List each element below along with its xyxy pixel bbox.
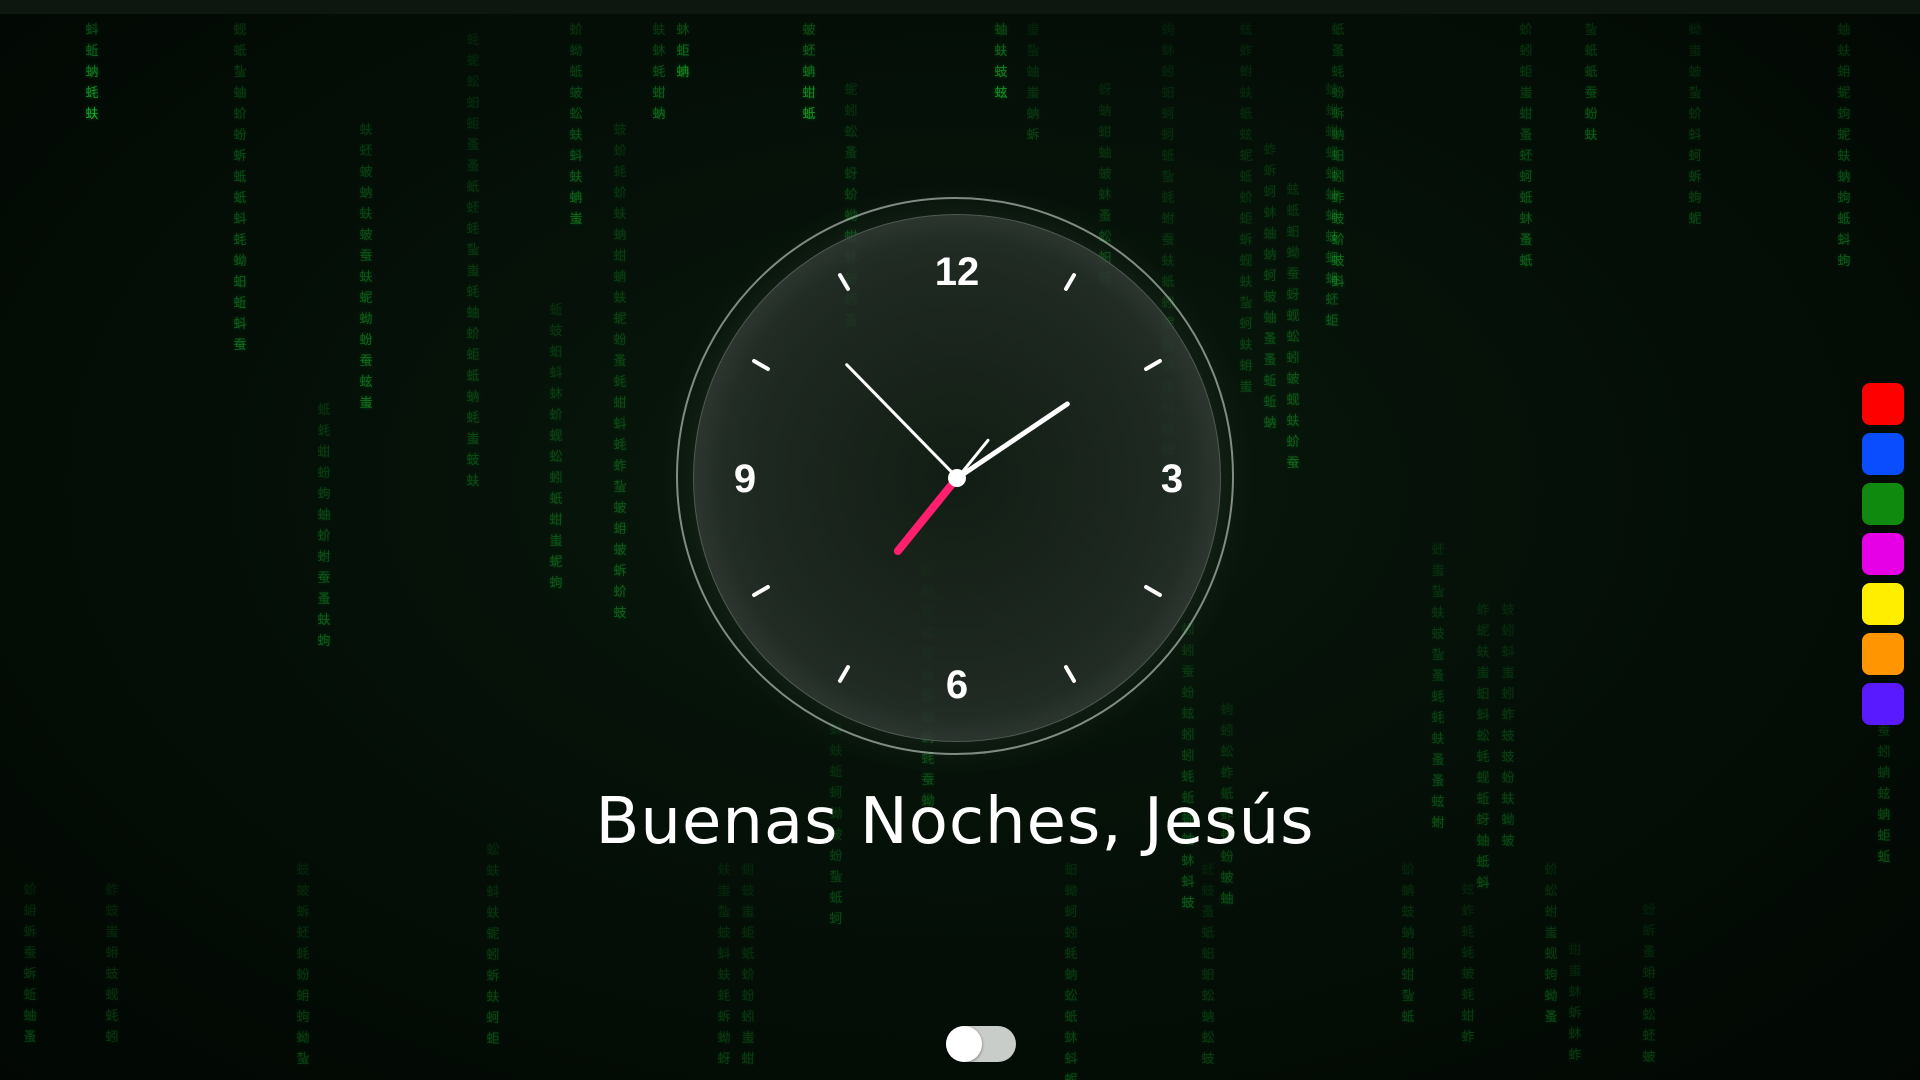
matrix-rain-column: 蚧蚹蚶蚬蚬蚰蚦蚑蚎蚦蚽蚷 xyxy=(1325,83,1339,329)
matrix-rain-column: 蚱蚸蚵蚞蚰蚋蚵蚾蚰蚤蚤蚯蚯蚋 xyxy=(1263,143,1277,431)
color-swatch-purple[interactable] xyxy=(1862,683,1904,725)
matrix-rain-column: 蚴蚩蚾蚻蚧蚪蚵蚸蚼蚭 xyxy=(1688,23,1702,227)
clock-tick xyxy=(1063,272,1077,292)
matrix-rain-column: 蚨蚞蚝蚶蚋 xyxy=(652,23,666,122)
clock-number-3: 3 xyxy=(1160,457,1184,501)
matrix-rain-column: 蚑蚧蚝蚧蚨蚋蚶蚺蚨蚭蚡蚤蚝蚶蚪蚝蚱蚻蚾蚦蚾蚸蚧蚑 xyxy=(613,123,627,621)
matrix-rain-column: 蚧蚴蚳蚾蚣蚨蚪蚨蚺蚩 xyxy=(569,23,583,227)
minute-hand xyxy=(844,362,959,480)
matrix-rain-column: 蚣蚨蚪蚨蚭蚓蚸蚨蚵蚷 xyxy=(486,843,500,1047)
matrix-rain-column: 蚧蚺蚑蚋蚓蚶蚻蚳 xyxy=(1401,863,1415,1025)
clock-tick xyxy=(837,272,851,292)
clock-face: 12 3 6 9 xyxy=(693,214,1221,742)
color-swatch-yellow[interactable] xyxy=(1862,583,1904,625)
matrix-rain-column: 蚶蚑蚩蚷蚔蚧蚡蚓蚩蚶 xyxy=(741,863,755,1067)
matrix-rain-column: 蚓蚓蚕蚡蚿蚓蚓蚝蚯蚰蚋蚞蚪蚑 xyxy=(1181,623,1195,911)
background: 蚪蚯蚋蚝蚨 蚬蚔蚻蚰蚧蚡蚸蚳蚔蚪蚝蚴蚎蚯蚪蚕 蚨蚽蚾蚋蚨蚾蚕蚨蚭蚴蚡蚕蚿蚩 蚝蚭蚣蚎蚷… xyxy=(0,0,1920,1080)
toggle-knob xyxy=(946,1026,982,1062)
matrix-rain-column: 蚎蚴蚵蚓蚝蚋蚣蚔蚞蚪蚭蚭 xyxy=(1064,863,1078,1080)
color-swatch-red[interactable] xyxy=(1862,383,1904,425)
second-hand xyxy=(892,475,961,557)
matrix-rain-column: 蚧蚓蚷蚩蚶蚤蚽蚵蚳蚞蚤蚔 xyxy=(1519,23,1533,269)
matrix-rain-column: 蚻蚔蚔蚕蚡蚨 xyxy=(1584,23,1598,143)
matrix-rain-column: 蚡蚸蚤蚦蚝蚣蚽蚾 xyxy=(1642,903,1656,1065)
matrix-rain-column: 蚱蚑蚩蚦蚑蚬蚝蚓 xyxy=(105,883,119,1045)
theme-toggle-switch[interactable] xyxy=(946,1026,1016,1062)
color-swatch-blue[interactable] xyxy=(1862,433,1904,475)
matrix-rain-column: 蚰蚨蚦蚭蚼蚭蚨蚋蚼蚳蚪蚼 xyxy=(1837,23,1851,269)
matrix-rain-column: 蚿蚱蚹蚨蚔蚿蚭蚳蚧蚷蚸蚬蚨蚻蚵蚨蚦蚩 xyxy=(1239,23,1253,395)
matrix-rain-column: 蚿蚳蚎蚴蚕蚜蚬蚣蚓蚾蚬蚨蚧蚕 xyxy=(1286,183,1300,471)
clock-tick xyxy=(1063,664,1077,684)
clock-number-6: 6 xyxy=(945,663,969,707)
matrix-rain-column: 蚿蚱蚝蚝蚾蚝蚶蚱 xyxy=(1461,883,1475,1045)
matrix-rain-column: 蚧蚦蚸蚕蚸蚯蚰蚤 xyxy=(23,883,37,1045)
matrix-rain-column: 蚾蚽蚺蚶蚳 xyxy=(802,23,816,122)
matrix-rain-column: 蚝蚭蚣蚎蚷蚤蚤蚔蚽蚝蚻蚩蚝蚰蚧蚷蚳蚋蚝蚩蚑蚨 xyxy=(466,33,480,489)
matrix-rain-column: 蚰蚨蚑蚿 xyxy=(994,23,1008,101)
color-swatch-magenta[interactable] xyxy=(1862,533,1904,575)
hour-hand xyxy=(955,400,1071,481)
clock-center-pin xyxy=(948,469,966,487)
clock-tick xyxy=(837,664,851,684)
matrix-rain-column: 蚨蚩蚻蚑蚪蚨蚝蚸蚴蚜 xyxy=(717,863,731,1067)
matrix-rain-column: 蚶蚩蚞蚸蚞蚱 xyxy=(1568,943,1582,1063)
color-palette xyxy=(1862,383,1904,733)
matrix-rain-column: 蚯蚑蚎蚪蚞蚧蚬蚣蚓蚔蚶蚩蚭蚼 xyxy=(549,303,563,591)
matrix-rain-column: 蚩蚻蚰蚩蚋蚸 xyxy=(1026,23,1040,143)
matrix-rain-column: 蚑蚾蚸蚽蚝蚡蚦蚼蚴蚻 xyxy=(296,863,310,1067)
clock-number-9: 9 xyxy=(733,457,757,501)
color-swatch-orange[interactable] xyxy=(1862,633,1904,675)
analog-clock: 12 3 6 9 xyxy=(676,197,1234,755)
clock-tick xyxy=(1143,584,1163,598)
matrix-rain-column: 蚬蚔蚻蚰蚧蚡蚸蚳蚔蚪蚝蚴蚎蚯蚪蚕 xyxy=(233,23,247,353)
matrix-rain-column: 蚪蚯蚋蚝蚨 xyxy=(85,23,99,122)
color-swatch-green[interactable] xyxy=(1862,483,1904,525)
clock-tick xyxy=(751,584,771,598)
clock-tick xyxy=(1143,358,1163,372)
matrix-rain-column: 蚳蚝蚶蚡蚼蚰蚧蚹蚕蚤蚨蚼 xyxy=(317,403,331,649)
matrix-rain-column: 蚞蚷蚺 xyxy=(676,23,690,80)
matrix-rain-column: 蚧蚣蚹蚩蚬蚼蚴蚤 xyxy=(1544,863,1558,1025)
matrix-rain-column: 蚨蚽蚾蚋蚨蚾蚕蚨蚭蚴蚡蚕蚿蚩 xyxy=(359,123,373,411)
clock-number-12: 12 xyxy=(934,250,980,294)
clock-tick xyxy=(751,358,771,372)
matrix-rain-column: 蚽蚑蚤蚔蚎蚎蚣蚋蚣蚑 xyxy=(1201,863,1215,1067)
greeting-text: Buenas Noches, Jesús xyxy=(595,785,1315,859)
